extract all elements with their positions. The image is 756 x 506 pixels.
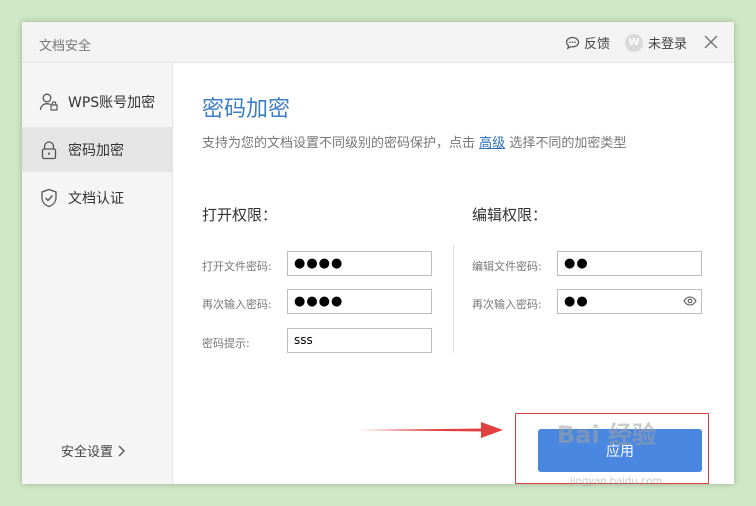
- avatar: W: [625, 33, 643, 52]
- login-label: 未登录: [648, 37, 688, 52]
- security-settings-label: 安全设置: [61, 445, 114, 460]
- sidebar-item-wps-account-encryption[interactable]: WPS账号加密: [22, 79, 172, 124]
- password-hint-input[interactable]: sss: [287, 328, 432, 353]
- watermark-url: jingyan.baidu.com: [570, 476, 663, 487]
- close-icon[interactable]: [704, 35, 718, 49]
- description-suffix: 选择不同的加密类型: [509, 136, 627, 151]
- window-title: 文档安全: [39, 39, 92, 54]
- password-hint-label: 密码提示:: [202, 337, 250, 350]
- edit-password-input[interactable]: ●●: [557, 251, 702, 276]
- edit-password-confirm-field[interactable]: ●●: [557, 289, 702, 314]
- sidebar-item-label: 密码加密: [68, 142, 124, 159]
- feedback-label: 反馈: [584, 37, 611, 52]
- sidebar-item-label: WPS账号加密: [68, 94, 156, 111]
- eye-icon[interactable]: [683, 296, 697, 306]
- open-permissions-title: 打开权限：: [202, 206, 278, 224]
- shield-check-icon: [39, 188, 59, 208]
- watermark-logo: Bai 经验: [557, 421, 657, 449]
- annotation-arrow: [357, 422, 503, 438]
- open-password-input[interactable]: ●●●●: [287, 251, 432, 276]
- lock-icon: [39, 140, 59, 160]
- edit-password-label: 编辑文件密码:: [472, 260, 542, 273]
- page-title: 密码加密: [202, 97, 291, 122]
- open-password-confirm-label: 再次输入密码:: [202, 298, 272, 311]
- description-prefix: 支持为您的文档设置不同级别的密码保护，点击: [202, 136, 476, 151]
- security-settings-link[interactable]: 安全设置: [61, 441, 126, 460]
- sidebar-item-label: 文档认证: [68, 190, 124, 207]
- column-divider: [453, 245, 454, 353]
- title-bar: 文档安全 反馈 W 未登录: [22, 22, 734, 63]
- advanced-link[interactable]: 高级: [479, 136, 505, 151]
- sidebar-item-password-encryption[interactable]: 密码加密: [22, 127, 172, 172]
- page-description: 支持为您的文档设置不同级别的密码保护，点击 高级 选择不同的加密类型: [202, 132, 626, 151]
- edit-password-confirm-value: ●●: [564, 294, 589, 309]
- user-lock-icon: [39, 92, 59, 112]
- open-password-label: 打开文件密码:: [202, 260, 272, 273]
- login-button[interactable]: W 未登录: [625, 33, 687, 52]
- chevron-right-icon: [118, 445, 126, 456]
- open-password-confirm-input[interactable]: ●●●●: [287, 289, 432, 314]
- feedback-button[interactable]: 反馈: [565, 33, 610, 52]
- sidebar: WPS账号加密 密码加密 文档认证 安全设置: [22, 63, 173, 484]
- edit-permissions-title: 编辑权限：: [472, 206, 548, 224]
- sidebar-item-document-certification[interactable]: 文档认证: [22, 175, 172, 220]
- chat-bubble-icon: [565, 36, 580, 50]
- edit-password-confirm-label: 再次输入密码:: [472, 298, 542, 311]
